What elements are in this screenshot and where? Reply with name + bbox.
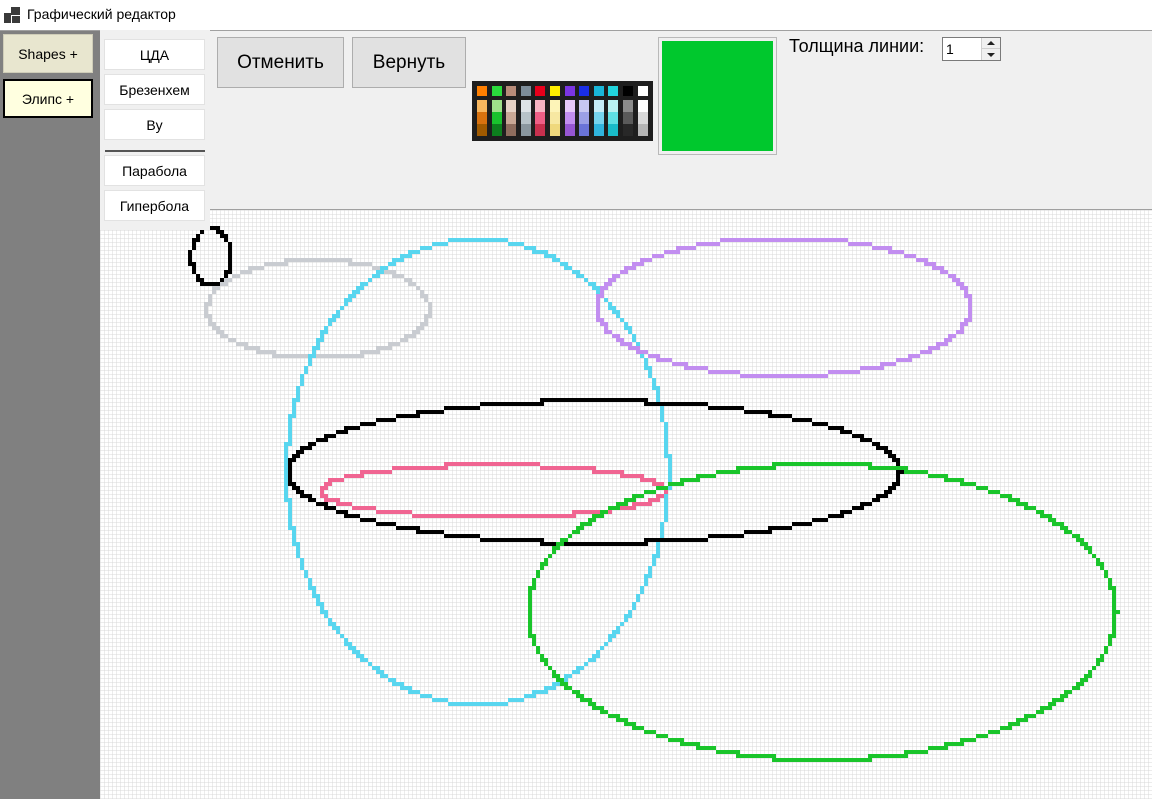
palette-swatch[interactable]	[637, 100, 648, 112]
menu-item-wu[interactable]: Ву	[104, 109, 205, 140]
current-color-swatch	[662, 41, 773, 151]
palette-swatch[interactable]	[608, 112, 619, 124]
palette-swatch[interactable]	[637, 112, 648, 124]
stepper-up-button[interactable]	[982, 38, 1000, 49]
menu-item-hyperbola[interactable]: Гипербола	[104, 190, 205, 221]
palette-swatch[interactable]	[564, 86, 575, 96]
menu-separator	[105, 150, 205, 152]
palette-swatch[interactable]	[506, 86, 517, 96]
palette-swatch[interactable]	[637, 124, 648, 136]
current-color-preview	[658, 37, 777, 155]
shapes-sidebar: Shapes + Элипс +	[0, 30, 100, 799]
chevron-up-icon	[987, 41, 995, 45]
palette-swatch[interactable]	[623, 100, 633, 112]
palette-swatch[interactable]	[506, 112, 517, 124]
palette-swatch[interactable]	[477, 124, 487, 136]
palette-swatch[interactable]	[491, 124, 502, 136]
palette-swatch[interactable]	[579, 86, 590, 96]
app-window-icon	[4, 7, 20, 23]
palette-swatch[interactable]	[579, 124, 590, 136]
title-bar: Графический редактор	[0, 0, 1152, 30]
palette-swatch[interactable]	[637, 86, 648, 96]
palette-swatch[interactable]	[593, 112, 604, 124]
palette-swatch[interactable]	[535, 112, 546, 124]
palette-swatch[interactable]	[491, 86, 502, 96]
palette-swatch[interactable]	[608, 100, 619, 112]
palette-swatch[interactable]	[535, 86, 546, 96]
line-thickness-label: Толщина линии:	[789, 36, 925, 56]
palette-swatch[interactable]	[520, 112, 531, 124]
menu-item-dda[interactable]: ЦДА	[104, 39, 205, 70]
palette-swatch[interactable]	[535, 124, 546, 136]
palette-swatch[interactable]	[550, 124, 560, 136]
toolbar: Отменить Вернуть Толщина линии: 1	[100, 30, 1152, 210]
palette-swatch[interactable]	[520, 100, 531, 112]
undo-button[interactable]: Отменить	[217, 37, 344, 88]
line-thickness-value[interactable]: 1	[946, 41, 954, 57]
palette-swatch[interactable]	[550, 112, 560, 124]
line-thickness-stepper[interactable]: 1	[942, 37, 1001, 61]
palette-swatch[interactable]	[608, 86, 619, 96]
palette-swatch[interactable]	[564, 100, 575, 112]
palette-swatch[interactable]	[535, 100, 546, 112]
palette-swatch[interactable]	[579, 100, 590, 112]
stepper-down-button[interactable]	[982, 49, 1000, 60]
palette-swatch[interactable]	[477, 100, 487, 112]
palette-swatch[interactable]	[550, 86, 560, 96]
palette-swatch[interactable]	[506, 124, 517, 136]
palette-swatch[interactable]	[579, 112, 590, 124]
drawing-canvas[interactable]	[100, 210, 1152, 799]
color-palette[interactable]	[472, 81, 653, 141]
palette-swatch[interactable]	[593, 124, 604, 136]
palette-swatch[interactable]	[593, 100, 604, 112]
shapes-button[interactable]: Shapes +	[3, 34, 93, 73]
palette-swatch[interactable]	[491, 112, 502, 124]
palette-swatch[interactable]	[593, 86, 604, 96]
menu-item-parabola[interactable]: Парабола	[104, 155, 205, 186]
palette-swatch[interactable]	[623, 124, 633, 136]
palette-swatch[interactable]	[608, 124, 619, 136]
palette-swatch[interactable]	[491, 100, 502, 112]
stepper-buttons	[981, 38, 1000, 60]
window-title: Графический редактор	[27, 6, 176, 22]
palette-swatch[interactable]	[550, 100, 560, 112]
palette-swatch[interactable]	[623, 86, 633, 96]
menu-item-bresenham[interactable]: Брезенхем	[104, 74, 205, 105]
palette-swatch[interactable]	[564, 124, 575, 136]
palette-swatch[interactable]	[520, 86, 531, 96]
ellipse-button[interactable]: Элипс +	[3, 79, 93, 118]
redo-button[interactable]: Вернуть	[352, 37, 466, 88]
algorithm-dropdown: ЦДА Брезенхем Ву Парабола Гипербола	[100, 30, 210, 230]
palette-swatch[interactable]	[477, 86, 487, 96]
palette-swatch[interactable]	[477, 112, 487, 124]
palette-swatch[interactable]	[520, 124, 531, 136]
pixel-grid-canvas[interactable]	[100, 210, 1152, 799]
palette-swatch[interactable]	[506, 100, 517, 112]
palette-swatch[interactable]	[623, 112, 633, 124]
chevron-down-icon	[987, 52, 995, 57]
palette-swatch[interactable]	[564, 112, 575, 124]
